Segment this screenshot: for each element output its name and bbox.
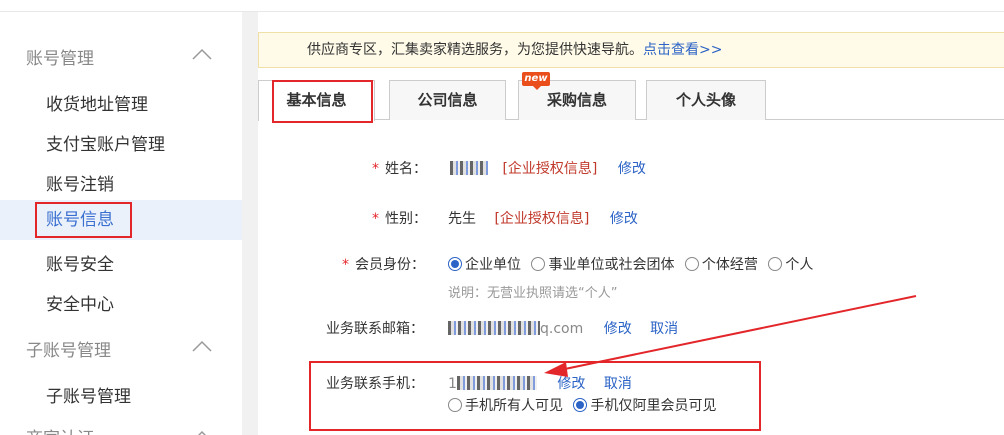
email-label: 业务联系邮箱： bbox=[326, 321, 424, 337]
email-value-suffix: q.com bbox=[540, 321, 584, 337]
email-value-blurred bbox=[448, 321, 540, 335]
sidebar-group-subaccount[interactable]: 子账号管理 bbox=[26, 336, 111, 361]
radio-visible-all[interactable]: 手机所有人可见 bbox=[448, 398, 563, 414]
sidebar-item-alipay[interactable]: 支付宝账户管理 bbox=[46, 130, 165, 155]
radio-individual[interactable]: 个人 bbox=[768, 257, 813, 273]
radio-icon bbox=[448, 257, 462, 271]
sidebar-item-security-center[interactable]: 安全中心 bbox=[46, 290, 114, 315]
sidebar: 账号管理 收货地址管理 支付宝账户管理 账号注销 账号信息 账号安全 安全中心 … bbox=[0, 12, 242, 435]
sidebar-item-subaccount[interactable]: 子账号管理 bbox=[46, 382, 131, 407]
email-cancel-link[interactable]: 取消 bbox=[650, 321, 678, 337]
radio-label: 企业单位 bbox=[465, 257, 521, 273]
email-label-row: 业务联系邮箱： bbox=[326, 318, 424, 338]
radio-label: 个体经营 bbox=[701, 257, 758, 273]
phone-cancel-link[interactable]: 取消 bbox=[604, 376, 632, 392]
phone-value-row: 1 修改 取消 bbox=[448, 373, 632, 393]
gender-label-row: * 性别： bbox=[372, 208, 427, 228]
radio-icon bbox=[684, 257, 699, 271]
email-value-row: q.com 修改 取消 bbox=[448, 318, 678, 338]
sidebar-item-security[interactable]: 账号安全 bbox=[46, 250, 114, 275]
chevron-up-icon[interactable] bbox=[192, 430, 212, 435]
name-value-row: [企业授权信息] 修改 bbox=[450, 158, 646, 178]
radio-icon bbox=[531, 257, 546, 271]
phone-visibility-options: 手机所有人可见 手机仅阿里会员可见 bbox=[448, 395, 716, 415]
member-type-label-row: * 会员身份： bbox=[342, 254, 425, 274]
highlight-box bbox=[35, 202, 132, 238]
radio-enterprise[interactable]: 企业单位 bbox=[448, 257, 521, 273]
sidebar-divider bbox=[242, 12, 258, 435]
radio-public-institution[interactable]: 事业单位或社会团体 bbox=[531, 257, 674, 273]
phone-value-blurred bbox=[456, 376, 537, 390]
chevron-up-icon[interactable] bbox=[192, 48, 212, 62]
name-edit-link[interactable]: 修改 bbox=[618, 161, 646, 177]
name-value-blurred bbox=[450, 161, 488, 175]
required-mark: * bbox=[342, 257, 349, 273]
gender-auth-tag: [企业授权信息] bbox=[494, 211, 590, 227]
name-label: 姓名： bbox=[385, 161, 427, 177]
radio-visible-members[interactable]: 手机仅阿里会员可见 bbox=[573, 398, 716, 414]
radio-icon bbox=[573, 398, 588, 412]
phone-label-row: 业务联系手机： bbox=[326, 373, 424, 393]
page: 账号管理 收货地址管理 支付宝账户管理 账号注销 账号信息 账号安全 安全中心 … bbox=[0, 0, 1004, 435]
top-bar bbox=[0, 0, 1004, 12]
member-type-label: 会员身份： bbox=[355, 257, 425, 273]
phone-edit-link[interactable]: 修改 bbox=[557, 376, 585, 392]
sidebar-group-account[interactable]: 账号管理 bbox=[26, 44, 94, 69]
required-mark: * bbox=[372, 161, 379, 177]
name-label-row: * 姓名： bbox=[372, 158, 427, 178]
radio-label: 事业单位或社会团体 bbox=[548, 257, 675, 273]
notice-bar: 供应商专区，汇集卖家精选服务，为您提供快速导航。点击查看>> bbox=[258, 32, 1004, 68]
sidebar-item-cancel-account[interactable]: 账号注销 bbox=[46, 170, 114, 195]
gender-label: 性别： bbox=[385, 211, 427, 227]
email-edit-link[interactable]: 修改 bbox=[604, 321, 632, 337]
radio-label: 手机仅阿里会员可见 bbox=[590, 398, 717, 414]
phone-label: 业务联系手机： bbox=[326, 376, 424, 392]
required-mark: * bbox=[372, 211, 379, 227]
chevron-up-icon[interactable] bbox=[192, 340, 212, 354]
radio-label: 个人 bbox=[785, 257, 814, 273]
radio-icon bbox=[448, 398, 462, 412]
main-content: 供应商专区，汇集卖家精选服务，为您提供快速导航。点击查看>> 基本信息 公司信息… bbox=[258, 12, 1004, 435]
notice-text: 供应商专区，汇集卖家精选服务，为您提供快速导航。 bbox=[307, 42, 643, 58]
gender-edit-link[interactable]: 修改 bbox=[610, 211, 638, 227]
name-auth-tag: [企业授权信息] bbox=[502, 161, 598, 177]
radio-icon bbox=[768, 257, 783, 271]
member-type-options: 企业单位 事业单位或社会团体 个体经营 个人 bbox=[448, 254, 813, 274]
gender-value: 先生 bbox=[448, 211, 476, 227]
phone-value-prefix: 1 bbox=[448, 376, 457, 392]
sidebar-item-address[interactable]: 收货地址管理 bbox=[46, 90, 148, 115]
tab-avatar[interactable]: 个人头像 bbox=[646, 80, 766, 120]
highlight-box bbox=[272, 80, 373, 123]
member-type-hint: 说明：无营业执照请选“个人” bbox=[448, 286, 618, 301]
sidebar-group-merchant[interactable]: 商家认证 bbox=[26, 424, 94, 435]
notice-link[interactable]: 点击查看>> bbox=[643, 42, 722, 58]
radio-label: 手机所有人可见 bbox=[465, 398, 563, 414]
radio-individual-business[interactable]: 个体经营 bbox=[684, 257, 758, 273]
tab-company-info[interactable]: 公司信息 bbox=[389, 80, 506, 120]
new-badge: new bbox=[522, 72, 550, 90]
gender-value-row: 先生 [企业授权信息] 修改 bbox=[448, 208, 638, 228]
